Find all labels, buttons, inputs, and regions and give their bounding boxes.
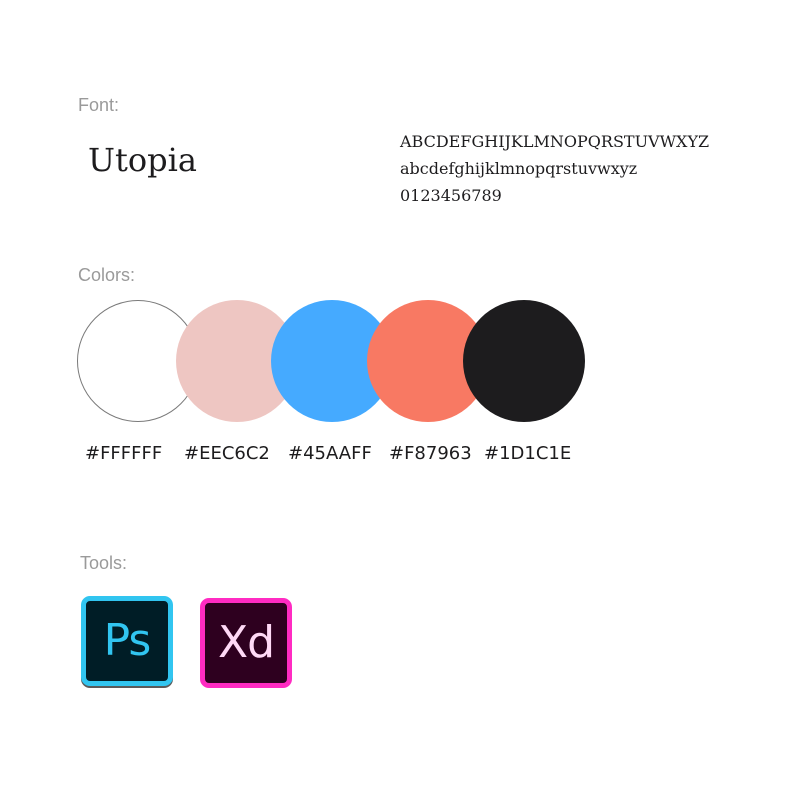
hex-label-black: #1D1C1E bbox=[484, 443, 572, 464]
hex-label-coral: #F87963 bbox=[389, 443, 472, 464]
lowercase-specimen: abcdefghijklmnopqrstuvwxyz bbox=[400, 159, 638, 178]
colors-section-label: Colors: bbox=[78, 265, 136, 285]
font-section-label: Font: bbox=[78, 95, 120, 115]
color-swatch-black bbox=[463, 300, 585, 422]
xd-icon: Xd bbox=[200, 598, 292, 688]
hex-label-pink: #EEC6C2 bbox=[184, 443, 270, 464]
hex-label-blue: #45AAFF bbox=[288, 443, 372, 464]
font-name: Utopia bbox=[88, 141, 197, 179]
photoshop-icon: Ps bbox=[81, 596, 173, 686]
digits-specimen: 0123456789 bbox=[400, 186, 502, 205]
xd-icon-text: Xd bbox=[217, 617, 275, 668]
tools-section-label: Tools: bbox=[80, 553, 128, 573]
uppercase-specimen: ABCDEFGHIJKLMNOPQRSTUVWXYZ bbox=[400, 132, 710, 151]
hex-label-white: #FFFFFF bbox=[85, 443, 163, 464]
photoshop-icon-text: Ps bbox=[103, 615, 152, 666]
font-specimen: ABCDEFGHIJKLMNOPQRSTUVWXYZ abcdefghijklm… bbox=[400, 131, 780, 212]
